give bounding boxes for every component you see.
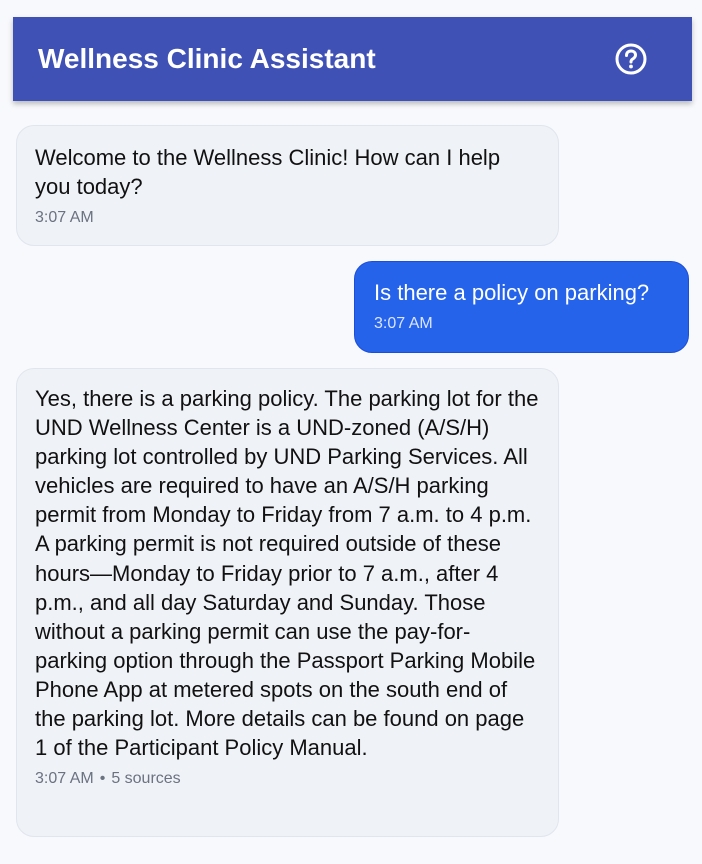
assistant-message: Yes, there is a parking policy. The park… xyxy=(16,368,559,837)
assistant-message: Welcome to the Wellness Clinic! How can … xyxy=(16,125,559,246)
sources-link[interactable]: 5 sources xyxy=(111,770,180,787)
message-meta: 3:07 AM xyxy=(35,208,540,228)
message-time: 3:07 AM xyxy=(374,315,433,332)
message-text: Welcome to the Wellness Clinic! How can … xyxy=(35,145,501,199)
message-time: 3:07 AM xyxy=(35,209,94,226)
message-meta: 3:07 AM • 5 sources xyxy=(35,769,542,789)
message-text: Is there a policy on parking? xyxy=(374,280,650,305)
message-time: 3:07 AM xyxy=(35,770,94,788)
message-meta: 3:07 AM xyxy=(374,314,670,334)
app-header: Wellness Clinic Assistant xyxy=(13,17,692,101)
meta-separator: • xyxy=(99,770,106,788)
message-text: Yes, there is a parking policy. The park… xyxy=(35,386,539,761)
user-message: Is there a policy on parking? 3:07 AM xyxy=(354,261,689,353)
help-circle-icon xyxy=(615,43,647,75)
help-button[interactable] xyxy=(614,42,648,76)
app-title: Wellness Clinic Assistant xyxy=(38,43,376,74)
